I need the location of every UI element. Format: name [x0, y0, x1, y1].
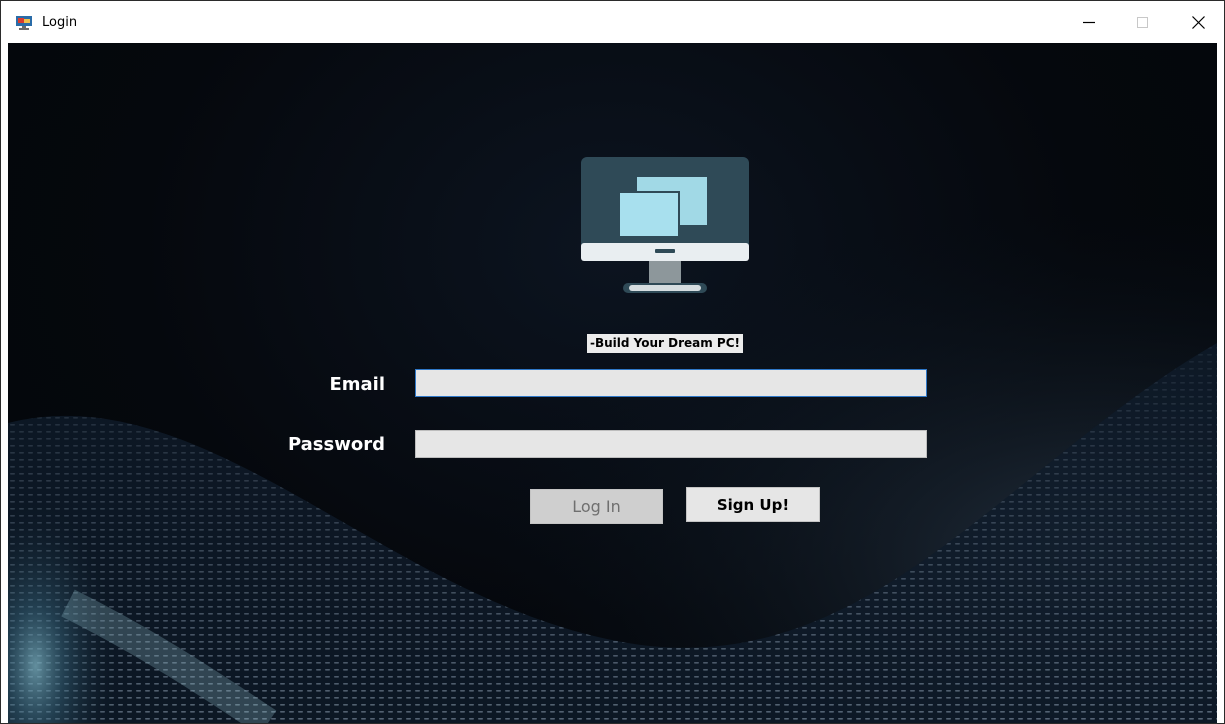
maximize-button[interactable]	[1119, 1, 1165, 43]
email-label: Email	[329, 374, 385, 395]
email-input[interactable]	[415, 369, 927, 397]
login-panel: -Build Your Dream PC! Email Password Log…	[8, 43, 1217, 723]
login-button[interactable]: Log In	[530, 489, 663, 524]
tagline: -Build Your Dream PC!	[587, 334, 744, 353]
close-icon	[1191, 15, 1205, 29]
title-bar[interactable]: Login	[1, 1, 1224, 43]
monitor-icon	[16, 16, 32, 30]
password-input[interactable]	[415, 430, 927, 458]
maximize-icon	[1136, 16, 1148, 28]
login-window: Login -Build Your Dream PC! Email Passwo…	[0, 0, 1225, 724]
desktop-monitor-icon	[581, 157, 749, 293]
window-title: Login	[42, 15, 78, 30]
minimize-icon	[1083, 21, 1095, 24]
close-button[interactable]	[1175, 1, 1221, 43]
signup-button[interactable]: Sign Up!	[686, 487, 820, 522]
minimize-button[interactable]	[1066, 1, 1112, 43]
password-label: Password	[287, 434, 385, 455]
